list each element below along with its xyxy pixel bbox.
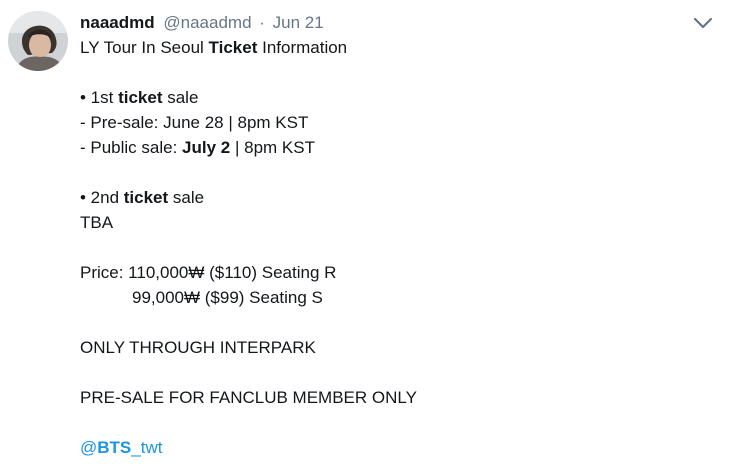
mention-link[interactable]: @BTS_twt (80, 435, 162, 460)
highlight-ticket: ticket (118, 88, 163, 107)
price-s-line: 99,000₩ ($99) Seating S (132, 288, 323, 307)
avatar[interactable] (8, 11, 68, 71)
tweet-header: naaadmd @naaadmd · Jun 21 (80, 11, 324, 35)
first-sale-line: • 1st ticket sale (80, 88, 199, 107)
tweet-timestamp[interactable]: Jun 21 (273, 13, 324, 32)
second-sale-line: • 2nd ticket sale (80, 188, 205, 207)
only-through-line: ONLY THROUGH INTERPARK (80, 338, 316, 357)
highlight-date: July 2 (182, 138, 231, 157)
highlight-ticket: Ticket (208, 38, 258, 57)
tba-line: TBA (80, 213, 114, 232)
display-name[interactable]: naaadmd (80, 13, 155, 32)
tweet-title-line: LY Tour In Seoul Ticket Information (80, 38, 348, 57)
avatar-image (8, 11, 68, 71)
separator-dot: · (259, 13, 265, 32)
price-r-line: Price: 110,000₩ ($110) Seating R (80, 263, 337, 282)
user-handle[interactable]: @naaadmd (163, 13, 251, 32)
chevron-down-icon[interactable] (692, 14, 714, 32)
pre-sale-line: - Pre-sale: June 28 | 8pm KST (80, 113, 309, 132)
tweet: naaadmd @naaadmd · Jun 21 LY Tour In Seo… (0, 0, 729, 466)
presale-note-line: PRE-SALE FOR FANCLUB MEMBER ONLY (80, 388, 417, 407)
highlight-ticket: ticket (123, 188, 169, 207)
public-sale-line: - Public sale: July 2 | 8pm KST (80, 138, 315, 157)
